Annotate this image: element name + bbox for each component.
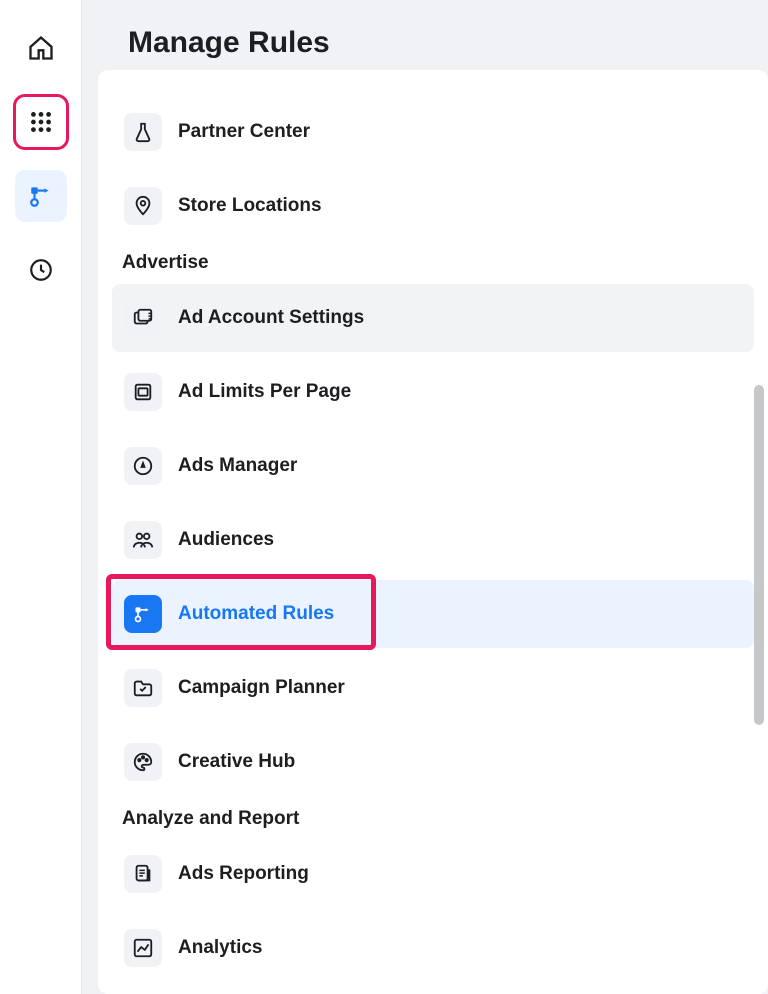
- item-partner-center[interactable]: Partner Center: [112, 98, 754, 166]
- item-label: Ads Reporting: [178, 863, 309, 885]
- item-label: Creative Hub: [178, 751, 295, 773]
- item-label: Ads Manager: [178, 455, 297, 477]
- item-label: Audiences: [178, 529, 274, 551]
- item-campaign-planner[interactable]: Campaign Planner: [112, 654, 754, 722]
- tools-panel: Partner Center Store Locations Advertise…: [98, 70, 768, 994]
- item-ads-reporting[interactable]: Ads Reporting: [112, 840, 754, 908]
- item-creative-hub[interactable]: Creative Hub: [112, 728, 754, 796]
- scrollbar[interactable]: [754, 385, 764, 725]
- page-icon: [124, 373, 162, 411]
- item-label: Store Locations: [178, 195, 322, 217]
- item-label: Automated Rules: [178, 603, 334, 625]
- item-label: Ad Account Settings: [178, 307, 364, 329]
- rail-activity[interactable]: [15, 244, 67, 296]
- item-analytics[interactable]: Analytics: [112, 914, 754, 982]
- item-automated-rules[interactable]: Automated Rules: [112, 580, 754, 648]
- flow-icon: [124, 595, 162, 633]
- grid-icon: [28, 109, 54, 135]
- flask-icon: [124, 113, 162, 151]
- clock-icon: [28, 257, 54, 283]
- chart-icon: [124, 929, 162, 967]
- item-audiences[interactable]: Audiences: [112, 506, 754, 574]
- item-label: Partner Center: [178, 121, 310, 143]
- left-rail: [0, 0, 82, 994]
- pin-icon: [124, 187, 162, 225]
- item-ad-account-settings[interactable]: Ad Account Settings: [112, 284, 754, 352]
- item-ad-limits[interactable]: Ad Limits Per Page: [112, 358, 754, 426]
- compass-icon: [124, 447, 162, 485]
- main: Manage Rules Partner Center Store Locati…: [82, 0, 768, 994]
- item-label: Campaign Planner: [178, 677, 345, 699]
- rail-home[interactable]: [15, 22, 67, 74]
- palette-icon: [124, 743, 162, 781]
- folder-check-icon: [124, 669, 162, 707]
- page-title: Manage Rules: [128, 26, 768, 60]
- item-store-locations[interactable]: Store Locations: [112, 172, 754, 240]
- rail-automated-rules[interactable]: [15, 170, 67, 222]
- section-analyze: Analyze and Report: [122, 808, 754, 830]
- flow-icon: [28, 183, 54, 209]
- item-label: Ad Limits Per Page: [178, 381, 351, 403]
- card-icon: [124, 299, 162, 337]
- item-label: Analytics: [178, 937, 262, 959]
- home-icon: [27, 34, 55, 62]
- item-ads-manager[interactable]: Ads Manager: [112, 432, 754, 500]
- section-advertise: Advertise: [122, 252, 754, 274]
- rail-apps[interactable]: [15, 96, 67, 148]
- report-icon: [124, 855, 162, 893]
- people-icon: [124, 521, 162, 559]
